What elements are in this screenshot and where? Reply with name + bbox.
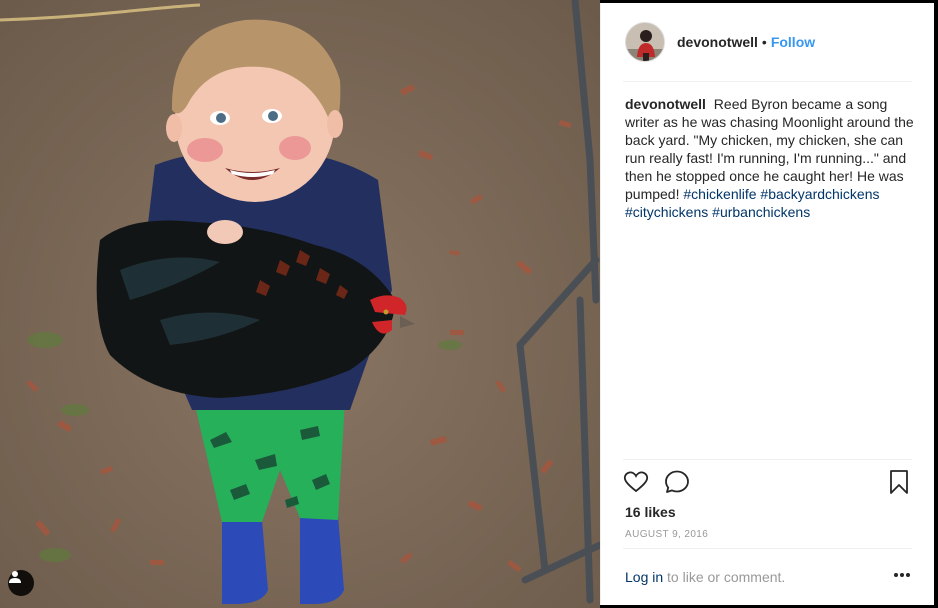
hashtag-link[interactable]: #chickenlife <box>683 186 756 202</box>
post-caption: devonotwell Reed Byron became a song wri… <box>625 95 915 221</box>
post-header: devonotwell • Follow <box>601 3 935 81</box>
more-options-icon <box>894 573 910 577</box>
comment-icon <box>665 470 689 493</box>
login-prompt: Log in to like or comment. <box>625 569 785 585</box>
hashtag-link[interactable]: #backyardchickens <box>760 186 879 202</box>
login-link[interactable]: Log in <box>625 569 663 585</box>
more-options-button[interactable] <box>892 565 912 585</box>
header-username[interactable]: devonotwell <box>677 34 758 50</box>
heart-icon <box>623 471 649 493</box>
hashtag-link[interactable]: #citychickens <box>625 204 708 220</box>
caption-username[interactable]: devonotwell <box>625 96 706 112</box>
post-side-panel: devonotwell • Follow devonotwell Reed By… <box>600 3 934 605</box>
header-divider <box>623 81 912 82</box>
comment-divider <box>623 548 912 549</box>
post-actions <box>623 469 912 497</box>
hashtag-link[interactable]: #urbanchickens <box>712 204 810 220</box>
avatar[interactable] <box>625 22 665 62</box>
user-tag-button[interactable] <box>8 570 34 596</box>
avatar-image <box>626 23 664 61</box>
post-photo[interactable] <box>0 0 600 608</box>
like-button[interactable] <box>623 469 649 495</box>
actions-divider <box>623 459 912 460</box>
follow-button[interactable]: Follow <box>771 34 815 50</box>
follow-separator: • <box>761 34 767 50</box>
likes-count[interactable]: 16 likes <box>625 504 676 520</box>
comment-button[interactable] <box>664 469 690 495</box>
login-text: to like or comment. <box>667 569 786 585</box>
post-date[interactable]: AUGUST 9, 2016 <box>625 529 708 540</box>
photo-illustration <box>0 0 600 608</box>
bookmark-icon <box>890 470 908 494</box>
user-tag-icon <box>9 571 21 583</box>
save-button[interactable] <box>886 469 912 495</box>
